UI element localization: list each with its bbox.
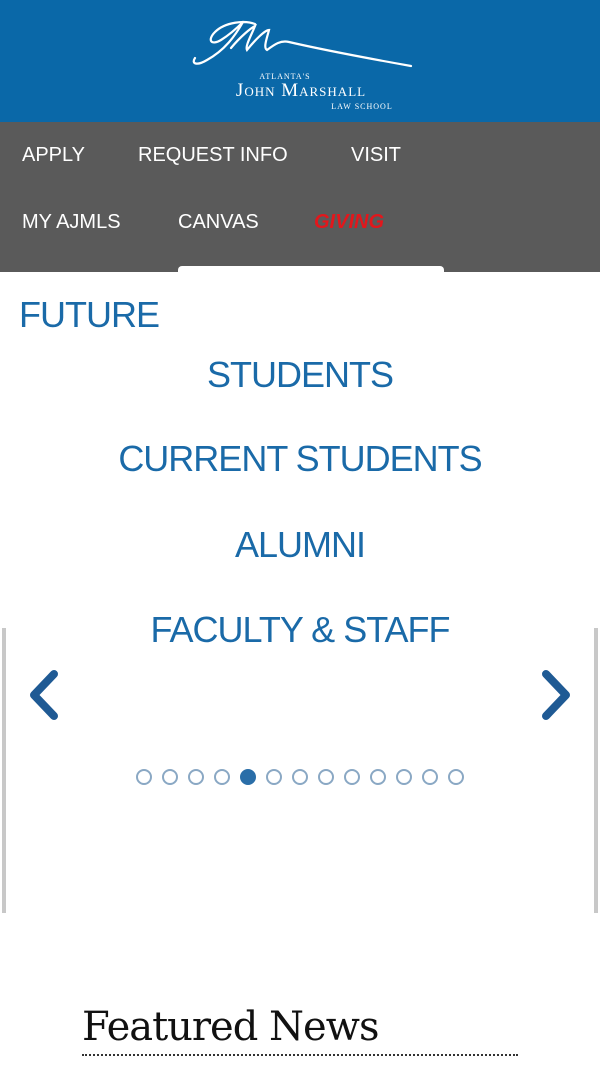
carousel-dot[interactable] bbox=[318, 769, 334, 785]
chevron-left-icon bbox=[30, 670, 58, 720]
carousel-dot[interactable] bbox=[214, 769, 230, 785]
audience-future-link[interactable]: FUTURE bbox=[19, 294, 160, 336]
nav-tab-indicator bbox=[178, 266, 444, 276]
audience-alumni-link[interactable]: ALUMNI bbox=[0, 524, 600, 566]
chevron-right-icon bbox=[542, 670, 570, 720]
school-logo[interactable]: ATLANTA'S John Marshall LAW SCHOOL bbox=[185, 14, 417, 116]
logo-law-school-text: LAW SCHOOL bbox=[331, 102, 393, 111]
audience-faculty-staff-link[interactable]: FACULTY & STAFF bbox=[0, 609, 600, 651]
carousel-dot[interactable] bbox=[396, 769, 412, 785]
audience-current-students-link[interactable]: CURRENT STUDENTS bbox=[0, 438, 600, 480]
carousel-next-button[interactable] bbox=[536, 668, 576, 722]
audience-students-link[interactable]: STUDENTS bbox=[0, 354, 600, 396]
nav-request-info-link[interactable]: REQUEST INFO bbox=[138, 144, 288, 167]
carousel-dot[interactable] bbox=[292, 769, 308, 785]
featured-news-heading: Featured News bbox=[82, 1004, 379, 1050]
nav-visit-link[interactable]: VISIT bbox=[351, 144, 401, 167]
carousel-dot[interactable] bbox=[344, 769, 360, 785]
carousel-dot[interactable] bbox=[266, 769, 282, 785]
carousel-dot[interactable] bbox=[370, 769, 386, 785]
carousel-dot[interactable] bbox=[188, 769, 204, 785]
logo-john-marshall-text: John Marshall bbox=[235, 80, 367, 101]
nav-canvas-link[interactable]: CANVAS bbox=[178, 211, 259, 234]
nav-apply-link[interactable]: APPLY bbox=[22, 144, 85, 167]
top-nav bbox=[0, 122, 600, 272]
carousel-prev-button[interactable] bbox=[24, 668, 64, 722]
featured-news-divider bbox=[82, 1054, 518, 1056]
carousel-dot[interactable] bbox=[162, 769, 178, 785]
signature-logo-icon bbox=[192, 20, 413, 68]
nav-giving-link[interactable]: GIVING bbox=[314, 211, 384, 234]
site-header: ATLANTA'S John Marshall LAW SCHOOL bbox=[0, 0, 600, 122]
nav-my-ajmls-link[interactable]: MY AJMLS bbox=[22, 211, 121, 234]
carousel-dot[interactable] bbox=[422, 769, 438, 785]
carousel-dot[interactable] bbox=[448, 769, 464, 785]
carousel-pagination bbox=[0, 769, 600, 785]
carousel-dot[interactable] bbox=[136, 769, 152, 785]
carousel-dot[interactable] bbox=[240, 769, 256, 785]
